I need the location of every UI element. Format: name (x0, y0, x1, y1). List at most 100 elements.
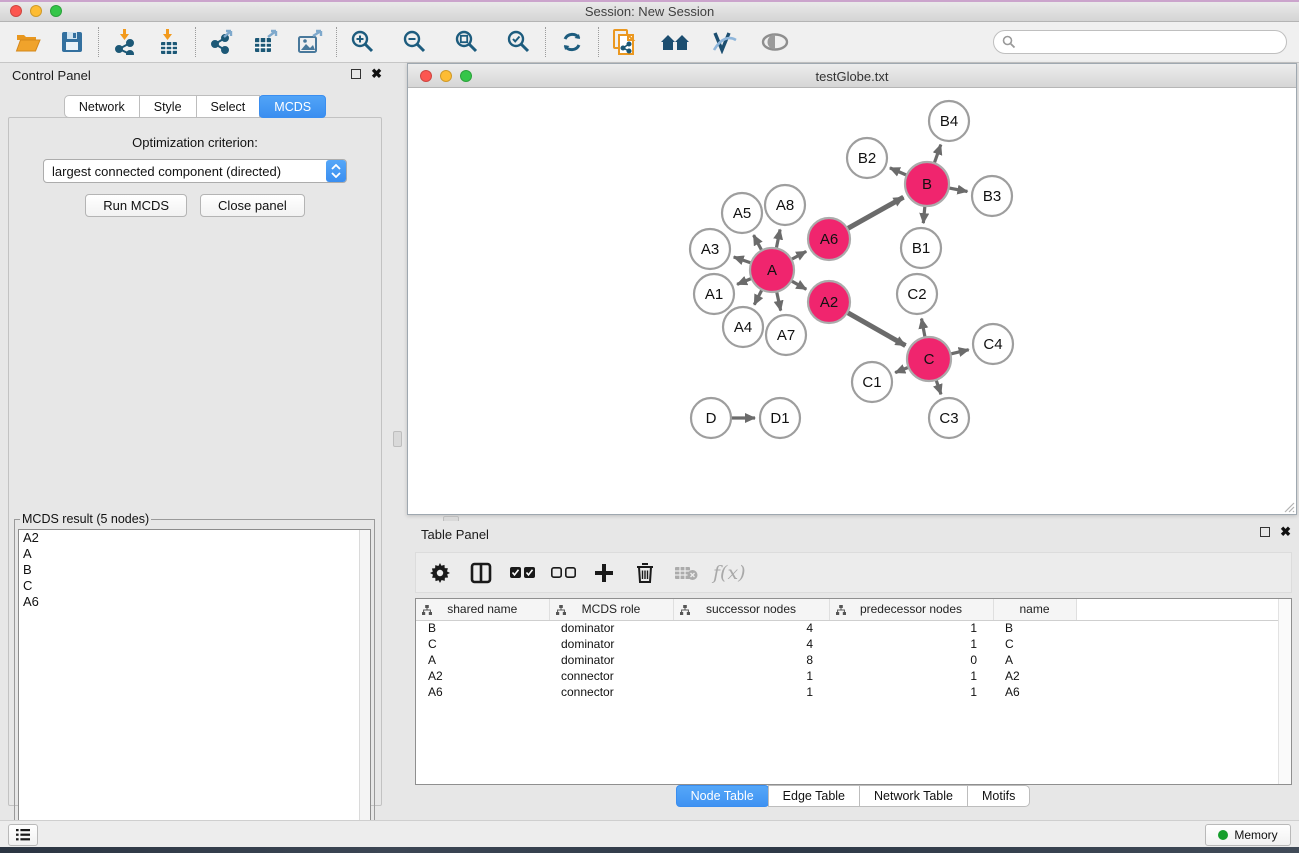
column-header-MCDS-role[interactable]: MCDS role (549, 599, 673, 620)
clone-network-icon[interactable] (609, 26, 641, 58)
tab-motifs[interactable]: Motifs (967, 785, 1030, 807)
memory-button[interactable]: Memory (1205, 824, 1291, 846)
mcds-result-item[interactable]: C (19, 578, 370, 594)
network-window-titlebar[interactable]: testGlobe.txt (408, 64, 1296, 88)
vertical-splitter-handle[interactable] (393, 431, 402, 447)
import-table-icon[interactable] (153, 26, 185, 58)
open-folder-icon[interactable] (12, 26, 44, 58)
delete-column-trash-icon[interactable] (631, 559, 659, 587)
table-scrollbar[interactable] (1278, 599, 1291, 784)
mcds-result-item[interactable]: A6 (19, 594, 370, 610)
network-canvas[interactable]: B4B2BB3A5A8A6B1A3AC2A1A2A4A7C4CC1C3DD1 (408, 89, 1296, 514)
mcds-result-item[interactable]: A (19, 546, 370, 562)
graph-node-label: C1 (862, 374, 881, 391)
graph-edge-A2-C[interactable] (846, 311, 906, 345)
graph-node-label: D (706, 410, 717, 427)
table-cell: B (416, 620, 549, 636)
shared-column-icon (556, 605, 566, 615)
search-input[interactable] (993, 30, 1287, 54)
tab-network[interactable]: Network (64, 95, 140, 118)
toggle-graphics-details-icon[interactable] (709, 26, 741, 58)
close-panel-button[interactable]: Close panel (200, 194, 305, 217)
table-row[interactable]: Cdominator41C (416, 636, 1291, 652)
graph-edge-B-B3[interactable] (947, 188, 968, 192)
table-cell: 1 (829, 620, 993, 636)
window-resize-grip[interactable] (1281, 499, 1295, 513)
export-network-icon[interactable] (206, 26, 238, 58)
tab-style[interactable]: Style (139, 95, 197, 118)
zoom-in-icon[interactable] (347, 26, 379, 58)
task-history-list-icon[interactable] (8, 824, 38, 846)
table-cell-filler (1076, 636, 1291, 652)
mcds-result-title: MCDS result (5 nodes) (20, 512, 151, 526)
column-header-name[interactable]: name (993, 599, 1076, 620)
graph-node-label: B (922, 176, 932, 193)
graph-node-label: C2 (907, 286, 926, 303)
tab-edge-table[interactable]: Edge Table (768, 785, 860, 807)
table-cell: A6 (993, 684, 1076, 700)
table-panel-title: Table Panel (421, 527, 489, 542)
column-header-predecessor-nodes[interactable]: predecessor nodes (829, 599, 993, 620)
close-panel-icon[interactable]: ✖ (371, 69, 382, 79)
tab-node-table[interactable]: Node Table (676, 785, 769, 807)
optimization-criterion-label: Optimization criterion: (9, 135, 381, 150)
table-row[interactable]: Bdominator41B (416, 620, 1291, 636)
export-table-icon[interactable] (250, 26, 282, 58)
shared-column-icon (422, 605, 432, 615)
column-header-shared-name[interactable]: shared name (416, 599, 549, 620)
graph-edge-B-B2[interactable] (890, 168, 909, 176)
table-cell: A2 (993, 668, 1076, 684)
zoom-fit-icon[interactable] (451, 26, 483, 58)
refresh-icon[interactable] (556, 26, 588, 58)
column-header-successor-nodes[interactable]: successor nodes (673, 599, 829, 620)
show-columns-icon[interactable] (467, 559, 495, 587)
save-icon[interactable] (56, 26, 88, 58)
graph-edge-A-A8[interactable] (776, 230, 780, 251)
graph-edge-A-A7[interactable] (776, 290, 781, 311)
float-table-panel-icon[interactable] (1260, 527, 1270, 537)
optimization-criterion-dropdown[interactable]: largest connected component (directed) (43, 159, 347, 183)
node-table-header-row: shared nameMCDS rolesuccessor nodesprede… (416, 599, 1291, 620)
control-panel-title: Control Panel (12, 68, 91, 83)
close-table-panel-icon[interactable]: ✖ (1280, 527, 1291, 537)
deselect-all-icon[interactable] (549, 559, 577, 587)
graph-node-label: B4 (940, 113, 958, 130)
graph-node-label: B2 (858, 150, 876, 167)
table-row[interactable]: Adominator80A (416, 652, 1291, 668)
toolbar-separator (195, 27, 196, 57)
run-mcds-button[interactable]: Run MCDS (85, 194, 187, 217)
table-cell: 1 (829, 684, 993, 700)
graph-node-label: A8 (776, 197, 794, 214)
graph-edge-A6-B[interactable] (846, 197, 904, 230)
table-row[interactable]: A6connector11A6 (416, 684, 1291, 700)
graph-edge-B-B4[interactable] (934, 145, 941, 166)
select-all-icon[interactable] (508, 559, 536, 587)
memory-status-icon (1218, 830, 1228, 840)
show-hide-eye-icon[interactable] (759, 26, 791, 58)
app-titlebar: Session: New Session (0, 0, 1299, 22)
zoom-out-icon[interactable] (399, 26, 431, 58)
tab-select[interactable]: Select (196, 95, 261, 118)
float-panel-icon[interactable] (351, 69, 361, 79)
home-icon[interactable] (659, 26, 691, 58)
table-toolbar: f(x) (415, 552, 1292, 593)
graph-edge-C-C4[interactable] (949, 350, 969, 355)
graph-node-label: D1 (770, 410, 789, 427)
tab-network-table[interactable]: Network Table (859, 785, 968, 807)
table-cell: dominator (549, 620, 673, 636)
mcds-result-item[interactable]: B (19, 562, 370, 578)
add-column-icon[interactable] (590, 559, 618, 587)
result-list-scrollbar[interactable] (359, 530, 370, 847)
mcds-result-fieldset: MCDS result (5 nodes) A2ABCA6 (14, 512, 375, 852)
graph-node-label: C (924, 351, 935, 368)
graph-edge-C-C2[interactable] (922, 319, 926, 340)
zoom-selected-icon[interactable] (503, 26, 535, 58)
export-image-icon[interactable] (294, 26, 326, 58)
table-cell-filler (1076, 684, 1291, 700)
table-settings-gear-icon[interactable] (426, 559, 454, 587)
table-row[interactable]: A2connector11A2 (416, 668, 1291, 684)
import-network-icon[interactable] (109, 26, 141, 58)
mcds-result-item[interactable]: A2 (19, 530, 370, 546)
dropdown-stepper-icon (326, 160, 346, 182)
tab-mcds[interactable]: MCDS (259, 95, 326, 118)
